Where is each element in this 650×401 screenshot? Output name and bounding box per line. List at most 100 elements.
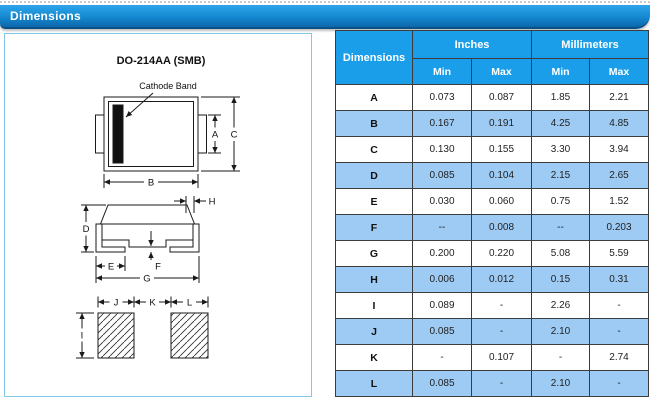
col-header-inches-min: Min xyxy=(412,58,472,85)
value-cell: 3.30 xyxy=(531,136,591,163)
value-cell: 0.087 xyxy=(470,84,533,111)
table-row: D 0.085 0.104 2.15 2.65 xyxy=(335,162,650,189)
dim-letter-cell: I xyxy=(335,292,413,319)
dim-h-label: H xyxy=(209,197,216,208)
table-row: L 0.085 - 2.10 - xyxy=(335,370,650,397)
section-title: Dimensions xyxy=(10,9,82,23)
value-cell: 0.31 xyxy=(589,266,650,293)
dim-letter-cell: G xyxy=(335,240,413,267)
table-row: C 0.130 0.155 3.30 3.94 xyxy=(335,136,650,163)
value-cell: 0.085 xyxy=(412,318,472,345)
value-cell: 0.073 xyxy=(412,84,472,111)
dim-letter-cell: F xyxy=(335,214,413,241)
dim-letter-cell: C xyxy=(335,136,413,163)
side-body-cap xyxy=(99,204,196,225)
value-cell: 0.15 xyxy=(531,266,591,293)
value-cell: - xyxy=(531,344,591,371)
package-side-view xyxy=(79,196,206,285)
dim-k-label: K xyxy=(149,298,156,309)
value-cell: 0.012 xyxy=(470,266,533,293)
value-cell: 4.25 xyxy=(531,110,591,137)
land-pad-right xyxy=(170,312,209,359)
land-pad-left xyxy=(97,312,135,359)
value-cell: 0.191 xyxy=(470,110,533,137)
table-row: A 0.073 0.087 1.85 2.21 xyxy=(335,84,650,111)
value-cell: - xyxy=(589,292,650,319)
value-cell: 0.060 xyxy=(470,188,533,215)
col-header-mm-min: Min xyxy=(531,58,591,85)
dim-g-label: G xyxy=(143,274,150,285)
dim-letter-cell: L xyxy=(335,370,413,397)
dim-l-label: L xyxy=(187,298,192,309)
package-drawing: DO-214AA (SMB) Cathode Band A C B D H E … xyxy=(76,55,241,359)
value-cell: 0.006 xyxy=(412,266,472,293)
value-cell: 2.65 xyxy=(589,162,650,189)
value-cell: 0.030 xyxy=(412,188,472,215)
value-cell: 2.10 xyxy=(531,370,591,397)
value-cell: 3.94 xyxy=(589,136,650,163)
value-cell: 2.74 xyxy=(589,344,650,371)
value-cell: 0.085 xyxy=(412,162,472,189)
table-row: K - 0.107 - 2.74 xyxy=(335,344,650,371)
value-cell: 2.21 xyxy=(589,84,650,111)
dim-letter-cell: H xyxy=(335,266,413,293)
col-header-mm-max: Max xyxy=(589,58,650,85)
value-cell: 0.75 xyxy=(531,188,591,215)
section-header-bar: Dimensions xyxy=(0,5,650,29)
cathode-terminal xyxy=(197,114,207,154)
value-cell: 0.200 xyxy=(412,240,472,267)
value-cell: - xyxy=(589,318,650,345)
top-dotted-divider xyxy=(0,1,650,3)
value-cell: 2.10 xyxy=(531,318,591,345)
dim-d-label: D xyxy=(83,224,90,235)
value-cell: - xyxy=(470,318,533,345)
value-cell: 5.59 xyxy=(589,240,650,267)
value-cell: 0.107 xyxy=(470,344,533,371)
col-header-millimeters: Millimeters xyxy=(531,30,650,59)
col-header-inches-max: Max xyxy=(470,58,533,85)
value-cell: 0.085 xyxy=(412,370,472,397)
value-cell: 0.089 xyxy=(412,292,472,319)
dim-f-label: F xyxy=(155,262,161,273)
dim-letter-cell: E xyxy=(335,188,413,215)
side-body xyxy=(100,223,195,248)
dim-letter-cell: K xyxy=(335,344,413,371)
dim-j-label: J xyxy=(114,298,119,309)
dim-e-label: E xyxy=(108,262,114,273)
value-cell: 5.08 xyxy=(531,240,591,267)
package-top-view xyxy=(95,92,241,189)
value-cell: 1.85 xyxy=(531,84,591,111)
value-cell: - xyxy=(589,370,650,397)
dimensions-table: Dimensions Inches Millimeters Min Max Mi… xyxy=(335,30,650,397)
dim-letter-cell: B xyxy=(335,110,413,137)
table-row: G 0.200 0.220 5.08 5.59 xyxy=(335,240,650,267)
value-cell: -- xyxy=(531,214,591,241)
value-cell: 0.008 xyxy=(470,214,533,241)
package-title: DO-214AA (SMB) xyxy=(117,55,206,67)
value-cell: 4.85 xyxy=(589,110,650,137)
value-cell: - xyxy=(470,370,533,397)
cathode-band-label: Cathode Band xyxy=(139,81,197,91)
value-cell: 0.104 xyxy=(470,162,533,189)
value-cell: 2.26 xyxy=(531,292,591,319)
col-header-inches: Inches xyxy=(411,30,533,59)
value-cell: 0.155 xyxy=(470,136,533,163)
value-cell: - xyxy=(470,292,533,319)
col-header-dimensions: Dimensions xyxy=(335,30,413,85)
table-row: I 0.089 - 2.26 - xyxy=(335,292,650,319)
dim-letter-cell: A xyxy=(335,84,413,111)
dim-c-label: C xyxy=(231,130,238,141)
value-cell: 1.52 xyxy=(589,188,650,215)
anode-terminal xyxy=(95,114,105,154)
table-row: E 0.030 0.060 0.75 1.52 xyxy=(335,188,650,215)
value-cell: 0.203 xyxy=(589,214,650,241)
dim-letter-cell: D xyxy=(335,162,413,189)
dim-letter-cell: J xyxy=(335,318,413,345)
dim-i-label: I xyxy=(81,331,84,342)
value-cell: 0.220 xyxy=(470,240,533,267)
dim-a-label: A xyxy=(212,130,219,141)
value-cell: 2.15 xyxy=(531,162,591,189)
value-cell: 0.167 xyxy=(412,110,472,137)
table-row: H 0.006 0.012 0.15 0.31 xyxy=(335,266,650,293)
value-cell: -- xyxy=(412,214,472,241)
